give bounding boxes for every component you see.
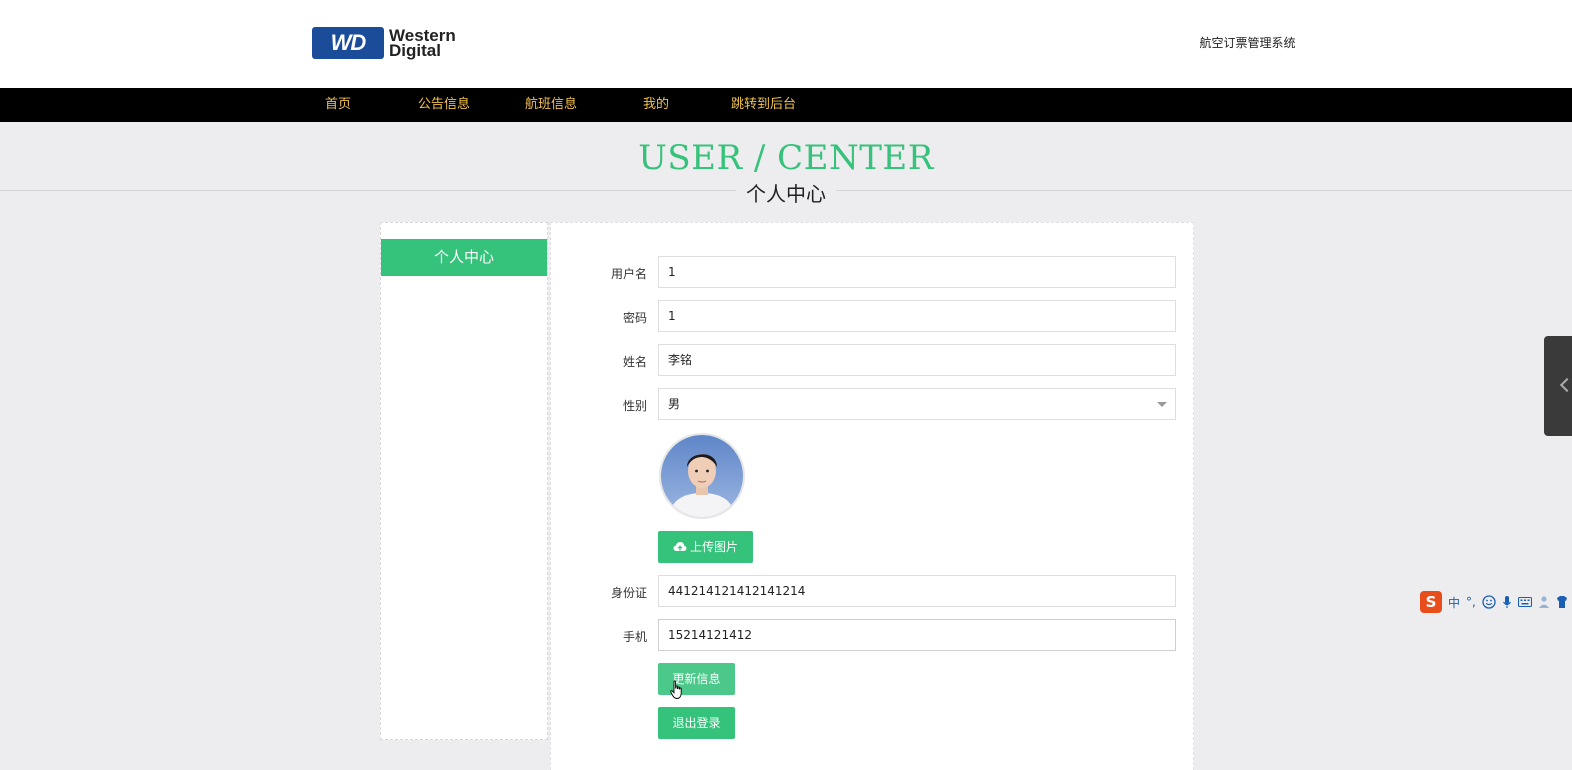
ime-punct-toggle[interactable]: °,	[1466, 595, 1476, 609]
keyboard-icon[interactable]	[1517, 596, 1532, 608]
avatar	[659, 433, 745, 519]
sogou-logo-icon[interactable]: S	[1420, 591, 1442, 613]
username-input[interactable]: 1	[658, 256, 1176, 288]
page-title-en: USER / CENTER	[638, 138, 934, 178]
password-label: 密码	[622, 311, 647, 325]
avatar-portrait	[661, 435, 743, 517]
upload-button-label: 上传图片	[689, 540, 738, 554]
nav-announcements[interactable]: 公告信息	[418, 88, 470, 122]
gender-label: 性别	[622, 399, 647, 413]
main-nav: 首页 公告信息 航班信息 我的 跳转到后台	[0, 88, 1572, 122]
username-label: 用户名	[610, 267, 647, 281]
top-header: WD Western Digital 航空订票管理系统	[0, 0, 1572, 88]
user-icon[interactable]	[1538, 595, 1550, 609]
ime-toolbar[interactable]: S 中 °,	[1420, 590, 1572, 614]
gender-selected-value: 男	[668, 397, 681, 411]
brand-logo[interactable]: WD Western Digital	[312, 26, 456, 60]
skin-shirt-icon[interactable]	[1556, 595, 1568, 609]
phone-input[interactable]: 15214121412	[658, 619, 1176, 651]
nav-mine[interactable]: 我的	[643, 88, 669, 122]
logo-line-2: Digital	[389, 41, 441, 60]
side-drawer-handle[interactable]	[1544, 336, 1572, 436]
sidebar: 个人中心	[380, 222, 548, 740]
emoji-icon[interactable]	[1482, 595, 1496, 609]
upload-image-button[interactable]: 上传图片	[658, 531, 753, 563]
nav-home[interactable]: 首页	[325, 88, 351, 122]
id-card-input[interactable]: 441214121412141214	[658, 575, 1176, 607]
logout-button[interactable]: 退出登录	[658, 707, 735, 739]
ime-mode-toggle[interactable]: 中	[1448, 594, 1460, 611]
name-input[interactable]: 李铭	[658, 344, 1176, 376]
nav-flights[interactable]: 航班信息	[525, 88, 577, 122]
chevron-left-icon	[1559, 377, 1572, 393]
logo-wordmark: Western Digital	[389, 27, 456, 60]
name-label: 姓名	[622, 355, 647, 369]
profile-form: 用户名 1 密码 1 姓名 李铭 性别 男 上传图片 身份证 441214121…	[550, 222, 1194, 770]
cloud-upload-icon	[673, 542, 687, 551]
nav-admin[interactable]: 跳转到后台	[731, 88, 796, 122]
page-title-cn: 个人中心	[736, 178, 836, 207]
hand-cursor-icon	[670, 680, 682, 699]
password-input[interactable]: 1	[658, 300, 1176, 332]
gender-select[interactable]: 男	[658, 388, 1176, 420]
wd-logo-mark: WD	[312, 27, 384, 59]
site-title: 航空订票管理系统	[1199, 36, 1296, 50]
chevron-down-icon	[1157, 402, 1167, 407]
sidebar-item-user-center[interactable]: 个人中心	[381, 239, 547, 276]
phone-label: 手机	[622, 630, 647, 644]
microphone-icon[interactable]	[1502, 595, 1512, 609]
id-card-label: 身份证	[610, 586, 647, 600]
